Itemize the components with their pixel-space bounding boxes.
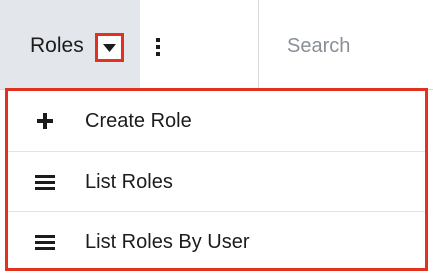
- kebab-menu-icon: [156, 38, 160, 56]
- search-input[interactable]: [287, 32, 427, 60]
- caret-down-icon: [103, 43, 116, 52]
- list-icon: [35, 232, 55, 252]
- page: Roles Crea: [0, 0, 433, 275]
- search-container: [258, 0, 433, 89]
- module-tab-roles[interactable]: Roles: [0, 0, 140, 89]
- plus-icon: [35, 111, 55, 131]
- menu-item-list-roles-by-user[interactable]: List Roles By User: [8, 211, 425, 271]
- menu-item-label: List Roles: [85, 170, 173, 193]
- more-options-button[interactable]: [151, 33, 165, 61]
- menu-item-list-roles[interactable]: List Roles: [8, 151, 425, 211]
- menu-item-create-role[interactable]: Create Role: [8, 91, 425, 151]
- menu-item-label: List Roles By User: [85, 230, 250, 253]
- module-label[interactable]: Roles: [30, 34, 84, 58]
- top-navigation-bar: Roles: [0, 0, 433, 90]
- module-menu-toggle-button[interactable]: [95, 33, 124, 62]
- list-icon: [35, 172, 55, 192]
- module-dropdown-menu: Create Role List Roles List Roles By Use…: [5, 88, 428, 271]
- menu-item-label: Create Role: [85, 110, 192, 132]
